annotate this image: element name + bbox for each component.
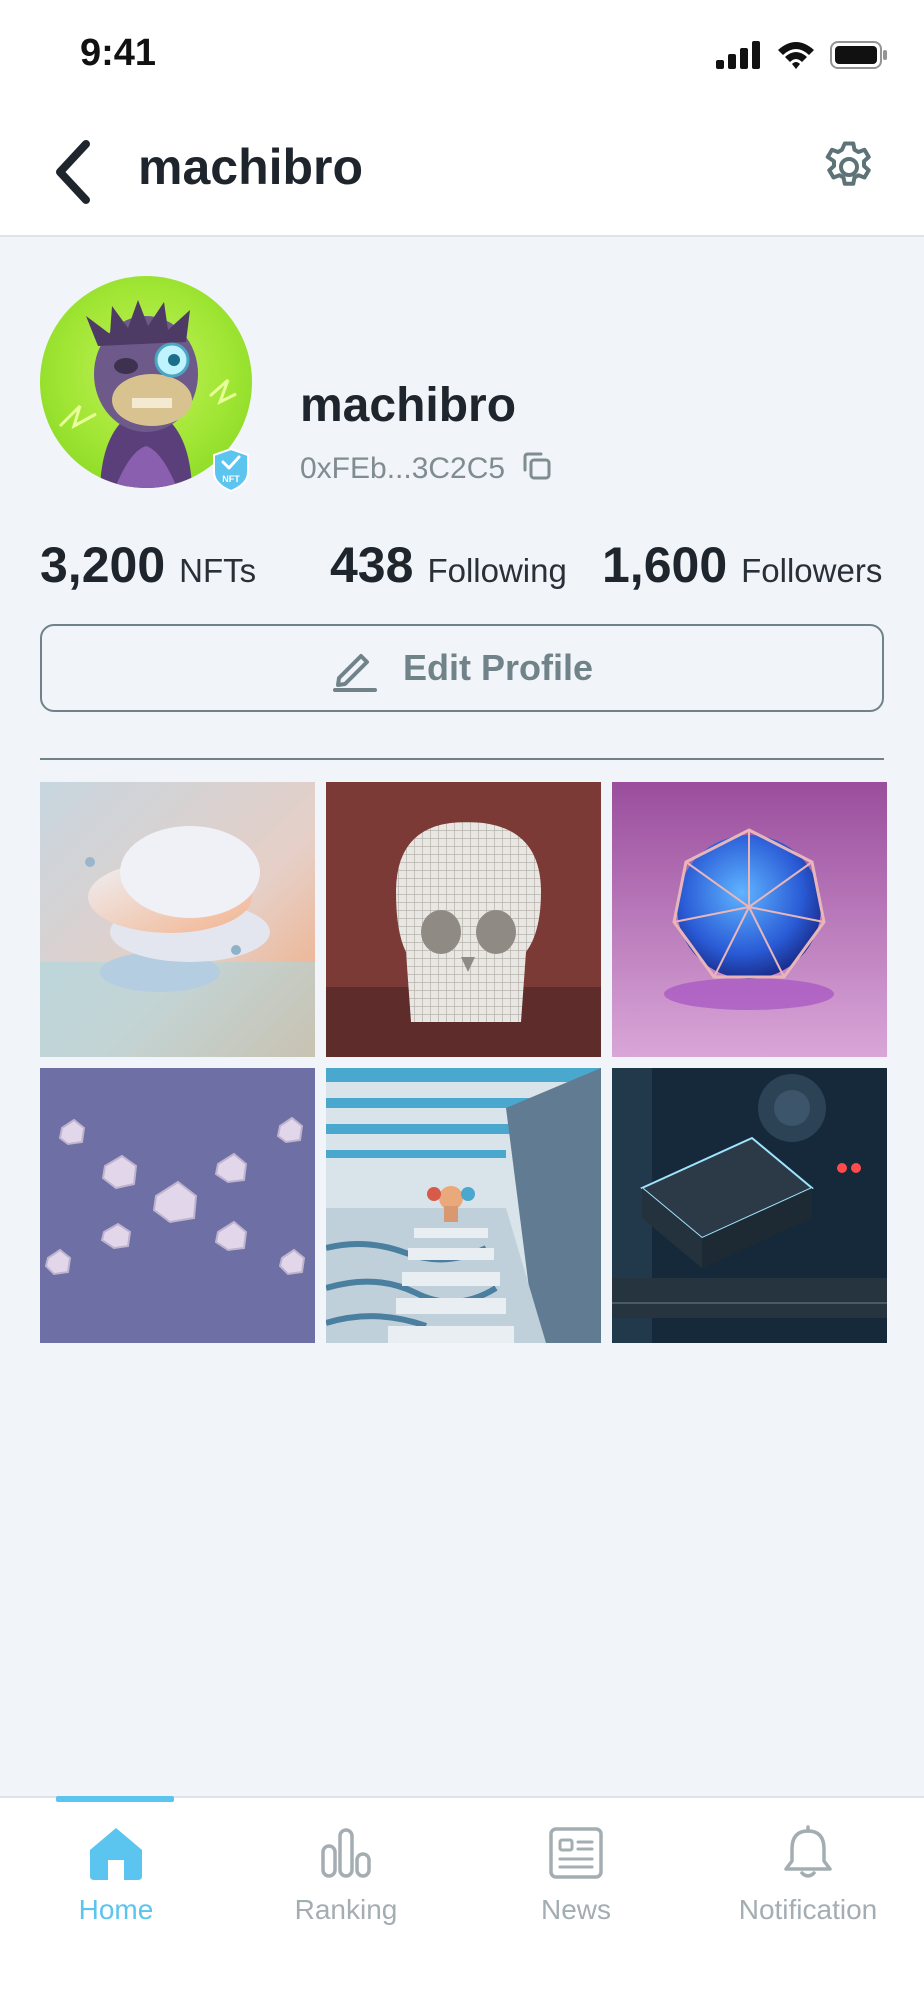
bell-icon [784,1825,832,1878]
profile-name: machibro [300,379,517,432]
cellular-signal-icon [716,41,762,74]
gear-icon [825,141,871,186]
bar-chart-icon [321,1828,371,1878]
stat-label: NFTs [179,552,257,589]
stat-value: 3,200 [40,537,166,593]
back-button[interactable] [44,132,100,212]
settings-button[interactable] [814,132,884,202]
stat-label: Followers [741,552,883,589]
gallery-item-wireframe-skull[interactable] [326,782,601,1057]
stat-value: 1,600 [602,537,728,593]
gallery-item-floating-dice[interactable] [40,1068,315,1343]
stat-label: Following [427,552,567,589]
copy-icon[interactable] [521,450,553,487]
gallery-item-abstract-discs[interactable] [40,782,315,1057]
tab-ranking[interactable]: Ranking [236,1818,456,1938]
status-bar: 9:41 [0,0,924,110]
status-time: 9:41 [80,32,157,74]
active-tab-indicator [56,1796,174,1802]
tab-home[interactable]: Home [6,1818,226,1938]
profile-stats: 3,200 NFTs 438 Following 1,600 Followers [40,536,900,596]
newspaper-icon [549,1827,603,1879]
battery-icon [830,41,888,74]
home-icon [90,1828,142,1880]
nft-badge-label: NFT [222,474,240,484]
tab-label-news: News [540,1894,611,1925]
gallery-item-cage-sphere[interactable] [612,782,887,1057]
tab-label-notification: Notification [738,1894,878,1925]
top-bar: machibro [0,110,924,237]
stat-followers[interactable]: 1,600 Followers [602,536,882,594]
tab-label-ranking: Ranking [294,1894,398,1925]
avatar-container: NFT [40,276,252,492]
tab-notification[interactable]: Notification [698,1818,918,1938]
section-divider [40,758,884,760]
nft-verified-badge: NFT [213,448,249,492]
tab-news[interactable]: News [466,1818,686,1938]
tab-label-home: Home [78,1894,154,1925]
page-title: machibro [138,139,364,195]
nft-gallery-grid [40,782,887,1343]
wifi-icon [776,40,816,75]
stat-value: 438 [330,537,414,593]
pencil-icon [332,654,377,692]
chevron-left-icon [56,140,90,204]
gallery-item-stairs-scene[interactable] [326,1068,601,1343]
edit-profile-button[interactable]: Edit Profile [40,624,884,712]
status-icons [716,40,888,75]
wallet-address: 0xFEb...3C2C5 [300,451,506,485]
bottom-tab-bar: Home Ranking News Notification [0,1796,924,2000]
stat-nfts[interactable]: 3,200 NFTs [40,536,256,594]
stat-following[interactable]: 438 Following [330,536,567,594]
wallet-row: 0xFEb...3C2C5 [300,450,553,487]
edit-profile-label: Edit Profile [402,647,594,688]
gallery-item-gpu-hardware[interactable] [612,1068,887,1343]
